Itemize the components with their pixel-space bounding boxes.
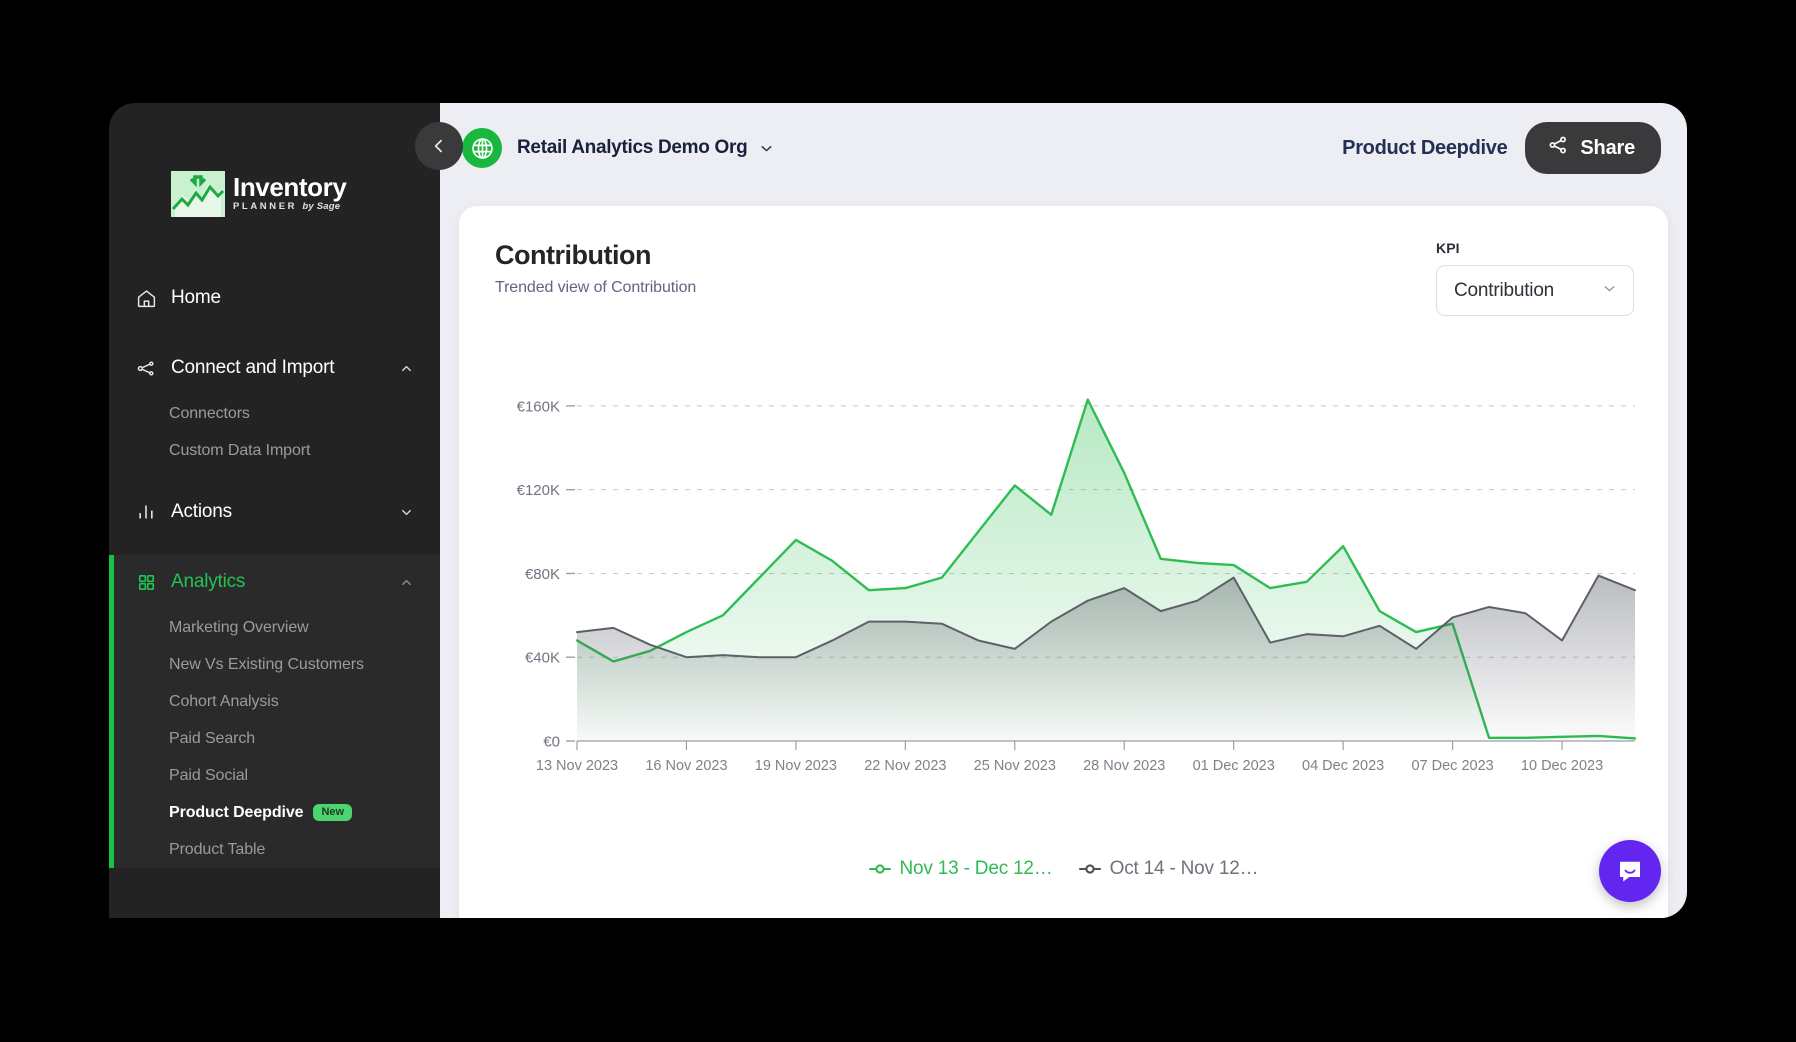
sidebar-subitem-label: Cohort Analysis: [169, 693, 279, 711]
chevron-down-icon: [1601, 280, 1618, 302]
nav-spacer: [109, 469, 440, 485]
svg-text:25 Nov 2023: 25 Nov 2023: [974, 758, 1056, 774]
svg-text:07 Dec 2023: 07 Dec 2023: [1411, 758, 1493, 774]
card-title-block: Contribution Trended view of Contributio…: [495, 240, 696, 297]
kpi-label: KPI: [1436, 240, 1634, 256]
nav-spacer: [109, 325, 440, 341]
legend-label: Nov 13 - Dec 12…: [900, 858, 1053, 880]
legend-marker-icon: [869, 863, 891, 875]
sidebar-subitem-cohort-analysis[interactable]: Cohort Analysis: [109, 683, 440, 720]
sidebar-group-connect-and-import: Connect and Import Connectors Custom Dat…: [109, 341, 440, 469]
svg-text:28 Nov 2023: 28 Nov 2023: [1083, 758, 1165, 774]
chevron-down-icon[interactable]: [758, 140, 775, 157]
sidebar-subitem-label: Paid Search: [169, 730, 255, 748]
card-title: Contribution: [495, 240, 696, 271]
page-title: Product Deepdive: [1342, 137, 1507, 160]
kpi-selector-block: KPI Contribution: [1436, 240, 1634, 316]
share-button[interactable]: Share: [1525, 122, 1661, 174]
intercom-launcher-button[interactable]: [1599, 840, 1661, 902]
sidebar-subitem-label: Custom Data Import: [169, 442, 310, 460]
sidebar-item-actions[interactable]: Actions: [109, 485, 440, 539]
share-button-label: Share: [1580, 137, 1635, 160]
svg-text:€120K: €120K: [517, 482, 560, 499]
svg-text:16 Nov 2023: 16 Nov 2023: [645, 758, 727, 774]
sidebar-item-home[interactable]: Home: [109, 271, 440, 325]
home-icon: [135, 287, 157, 309]
sidebar-item-connect-and-import[interactable]: Connect and Import: [109, 341, 440, 395]
card-subtitle: Trended view of Contribution: [495, 279, 696, 297]
sidebar-subitem-product-deepdive[interactable]: Product Deepdive New: [109, 794, 440, 831]
legend-marker-icon: [1079, 863, 1101, 875]
sidebar-item-label: Home: [171, 287, 414, 309]
chart-canvas[interactable]: €0 €40K €80K €120K €160K 13 Nov 2023 16 Nov 20…: [459, 346, 1668, 826]
app-root: Inventory PLANNER by Sage Home: [0, 0, 1796, 1042]
sidebar-subitem-paid-social[interactable]: Paid Social: [109, 757, 440, 794]
sidebar-item-analytics[interactable]: Analytics: [109, 555, 440, 609]
sidebar-subitem-new-vs-existing-customers[interactable]: New Vs Existing Customers: [109, 646, 440, 683]
sidebar-item-label: Connect and Import: [171, 357, 398, 379]
app-logo[interactable]: Inventory PLANNER by Sage: [171, 166, 361, 222]
svg-text:€80K: €80K: [525, 566, 560, 583]
sidebar-subitem-label: Product Deepdive: [169, 804, 303, 822]
sidebar: Inventory PLANNER by Sage Home: [109, 103, 440, 918]
svg-text:€160K: €160K: [517, 398, 560, 415]
chart-legend: Nov 13 - Dec 12… Oct 14 - Nov 12…: [459, 858, 1668, 880]
sidebar-subitem-connectors[interactable]: Connectors: [109, 395, 440, 432]
sidebar-item-label: Actions: [171, 501, 398, 523]
svg-text:13 Nov 2023: 13 Nov 2023: [536, 758, 618, 774]
sidebar-subitem-label: Connectors: [169, 405, 250, 423]
legend-item-current-period[interactable]: Nov 13 - Dec 12…: [869, 858, 1053, 880]
collapse-sidebar-button[interactable]: [415, 122, 463, 170]
sidebar-subitem-custom-data-import[interactable]: Custom Data Import: [109, 432, 440, 469]
chevron-down-icon[interactable]: [398, 504, 414, 520]
grid-icon: [135, 571, 157, 593]
logo-title: Inventory: [233, 174, 346, 201]
legend-label: Oct 14 - Nov 12…: [1110, 858, 1259, 880]
chevron-up-icon[interactable]: [398, 360, 414, 376]
card-header: Contribution Trended view of Contributio…: [459, 206, 1668, 316]
sidebar-subitem-product-table[interactable]: Product Table: [109, 831, 440, 868]
sidebar-subitem-paid-search[interactable]: Paid Search: [109, 720, 440, 757]
legend-item-previous-period[interactable]: Oct 14 - Nov 12…: [1079, 858, 1259, 880]
svg-text:€40K: €40K: [525, 650, 560, 667]
main-panel: Retail Analytics Demo Org Product Deepdi…: [440, 103, 1687, 918]
new-badge: New: [313, 804, 352, 821]
sidebar-nav: Home Connect and Im: [109, 271, 440, 868]
org-name[interactable]: Retail Analytics Demo Org: [517, 137, 747, 159]
sidebar-subitem-label: Product Table: [169, 841, 265, 859]
chevron-up-icon[interactable]: [398, 574, 414, 590]
sidebar-subitem-marketing-overview[interactable]: Marketing Overview: [109, 609, 440, 646]
sidebar-item-label: Analytics: [171, 571, 398, 593]
sidebar-group-analytics: Analytics Marketing Overview New Vs Exis…: [109, 555, 440, 868]
sidebar-subitem-label: Paid Social: [169, 767, 248, 785]
intercom-chat-icon: [1615, 856, 1645, 886]
logo-sub-main: PLANNER: [233, 201, 297, 212]
contribution-card: Contribution Trended view of Contributio…: [459, 206, 1668, 918]
svg-text:04 Dec 2023: 04 Dec 2023: [1302, 758, 1384, 774]
logo-subtitle: PLANNER by Sage: [233, 201, 346, 213]
svg-text:01 Dec 2023: 01 Dec 2023: [1193, 758, 1275, 774]
svg-text:€0: €0: [543, 734, 560, 751]
sidebar-subitem-label: Marketing Overview: [169, 619, 309, 637]
contribution-chart: €0 €40K €80K €120K €160K 13 Nov 2023 16 Nov 20…: [459, 346, 1668, 906]
sidebar-group-actions: Actions: [109, 485, 440, 539]
svg-text:19 Nov 2023: 19 Nov 2023: [755, 758, 837, 774]
globe-icon: [462, 128, 502, 168]
logo-sub-by: by Sage: [302, 201, 340, 212]
sidebar-subitem-label: New Vs Existing Customers: [169, 656, 364, 674]
bar-chart-icon: [135, 501, 157, 523]
share-network-icon: [1547, 134, 1569, 162]
kpi-select[interactable]: Contribution: [1436, 265, 1634, 316]
svg-text:22 Nov 2023: 22 Nov 2023: [864, 758, 946, 774]
kpi-selected-value: Contribution: [1454, 280, 1601, 302]
svg-text:10 Dec 2023: 10 Dec 2023: [1521, 758, 1603, 774]
nav-spacer: [109, 539, 440, 555]
chevron-left-icon: [429, 136, 449, 156]
sidebar-group-home: Home: [109, 271, 440, 325]
inventory-planner-logo-icon: [171, 171, 225, 217]
connect-icon: [135, 357, 157, 379]
top-bar: Retail Analytics Demo Org Product Deepdi…: [440, 103, 1687, 193]
